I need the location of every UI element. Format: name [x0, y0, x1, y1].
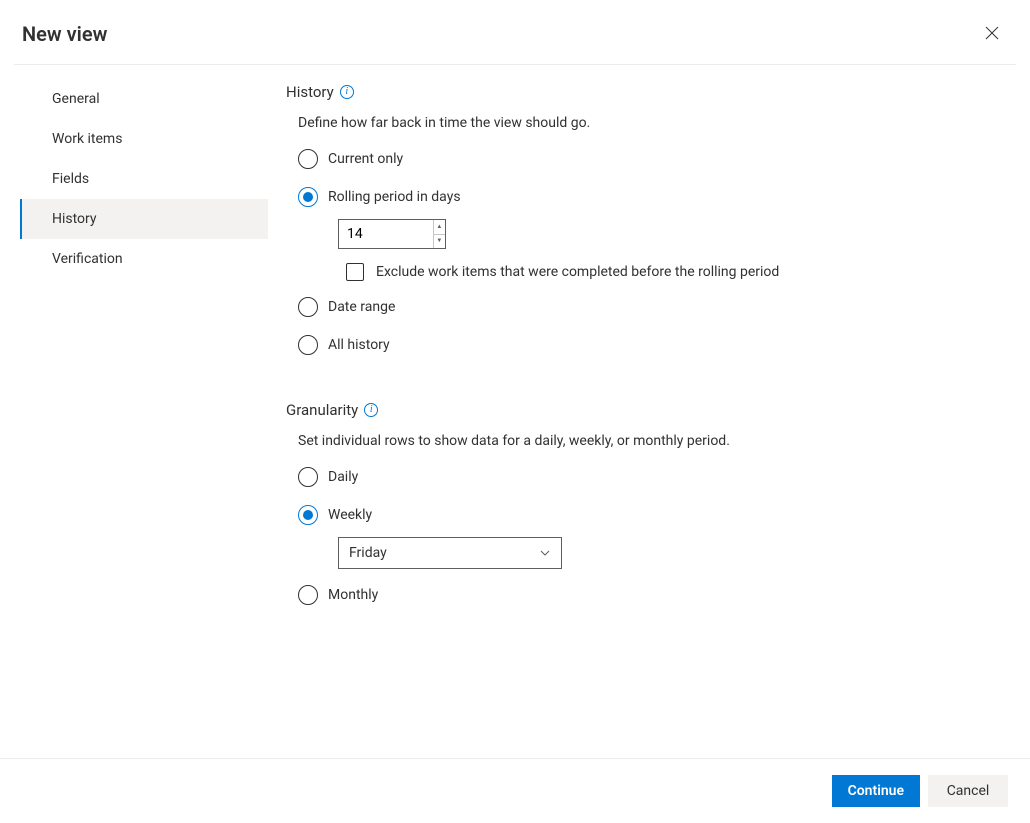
sidebar-item-general[interactable]: General	[20, 79, 268, 119]
radio-label: Daily	[328, 469, 358, 485]
weekly-day-select[interactable]: Friday	[338, 537, 562, 569]
info-icon[interactable]: i	[364, 403, 378, 417]
granularity-section-title: Granularity	[286, 401, 358, 419]
history-section-description: Define how far back in time the view sho…	[298, 115, 1006, 131]
exclude-completed-row[interactable]: Exclude work items that were completed b…	[346, 263, 1006, 281]
radio-current-only[interactable]: Current only	[298, 149, 1006, 169]
radio-label: All history	[328, 337, 390, 353]
cancel-button[interactable]: Cancel	[928, 775, 1008, 807]
sidebar-item-label: General	[52, 91, 100, 107]
radio-weekly[interactable]: Weekly	[298, 505, 1006, 525]
rolling-days-input[interactable]	[339, 220, 433, 248]
radio-label: Monthly	[328, 587, 378, 603]
weekly-controls: Friday	[338, 537, 1006, 569]
radio-date-range[interactable]: Date range	[298, 297, 1006, 317]
radio-all-history[interactable]: All history	[298, 335, 1006, 355]
radio-label: Weekly	[328, 507, 372, 523]
rolling-period-controls: ▲ ▼ Exclude work items that were complet…	[338, 219, 1006, 281]
spinner-up-icon[interactable]: ▲	[434, 220, 445, 235]
sidebar-item-fields[interactable]: Fields	[20, 159, 268, 199]
weekly-day-value: Friday	[349, 545, 387, 561]
sidebar-item-label: Verification	[52, 251, 123, 267]
dialog-footer: Continue Cancel	[0, 758, 1030, 823]
info-icon[interactable]: i	[340, 85, 354, 99]
exclude-completed-checkbox[interactable]	[346, 263, 364, 281]
dialog-header: New view	[0, 0, 1030, 64]
radio-label: Rolling period in days	[328, 189, 461, 205]
sidebar-item-label: Fields	[52, 171, 89, 187]
radio-button[interactable]	[298, 149, 318, 169]
sidebar-item-work-items[interactable]: Work items	[20, 119, 268, 159]
rolling-days-input-wrapper: ▲ ▼	[338, 219, 446, 249]
new-view-dialog: New view General Work items Fields Histo…	[0, 0, 1030, 823]
dialog-title: New view	[22, 22, 107, 46]
radio-daily[interactable]: Daily	[298, 467, 1006, 487]
granularity-section-description: Set individual rows to show data for a d…	[298, 433, 1006, 449]
history-section-header: History i	[286, 83, 1006, 101]
radio-label: Current only	[328, 151, 403, 167]
radio-rolling-period[interactable]: Rolling period in days	[298, 187, 1006, 207]
granularity-section-header: Granularity i	[286, 401, 1006, 419]
radio-button[interactable]	[298, 585, 318, 605]
radio-button[interactable]	[298, 335, 318, 355]
radio-button[interactable]	[298, 187, 318, 207]
radio-button[interactable]	[298, 467, 318, 487]
close-button[interactable]	[976, 18, 1008, 50]
spinner-down-icon[interactable]: ▼	[434, 235, 445, 249]
sidebar-nav: General Work items Fields History Verifi…	[0, 65, 268, 758]
sidebar-item-history[interactable]: History	[20, 199, 268, 239]
close-icon	[985, 26, 999, 43]
sidebar-item-label: Work items	[52, 131, 122, 147]
radio-monthly[interactable]: Monthly	[298, 585, 1006, 605]
continue-button[interactable]: Continue	[832, 775, 920, 807]
radio-button[interactable]	[298, 505, 318, 525]
chevron-down-icon	[539, 547, 551, 559]
history-radio-group: Current only Rolling period in days ▲ ▼	[298, 149, 1006, 355]
dialog-body: General Work items Fields History Verifi…	[0, 65, 1030, 758]
number-spinner: ▲ ▼	[433, 220, 445, 248]
exclude-completed-label: Exclude work items that were completed b…	[376, 264, 779, 280]
sidebar-item-verification[interactable]: Verification	[20, 239, 268, 279]
radio-label: Date range	[328, 299, 395, 315]
main-panel: History i Define how far back in time th…	[268, 65, 1030, 758]
radio-button[interactable]	[298, 297, 318, 317]
history-section-title: History	[286, 83, 334, 101]
sidebar-item-label: History	[52, 211, 97, 227]
granularity-radio-group: Daily Weekly Friday Monthl	[298, 467, 1006, 605]
